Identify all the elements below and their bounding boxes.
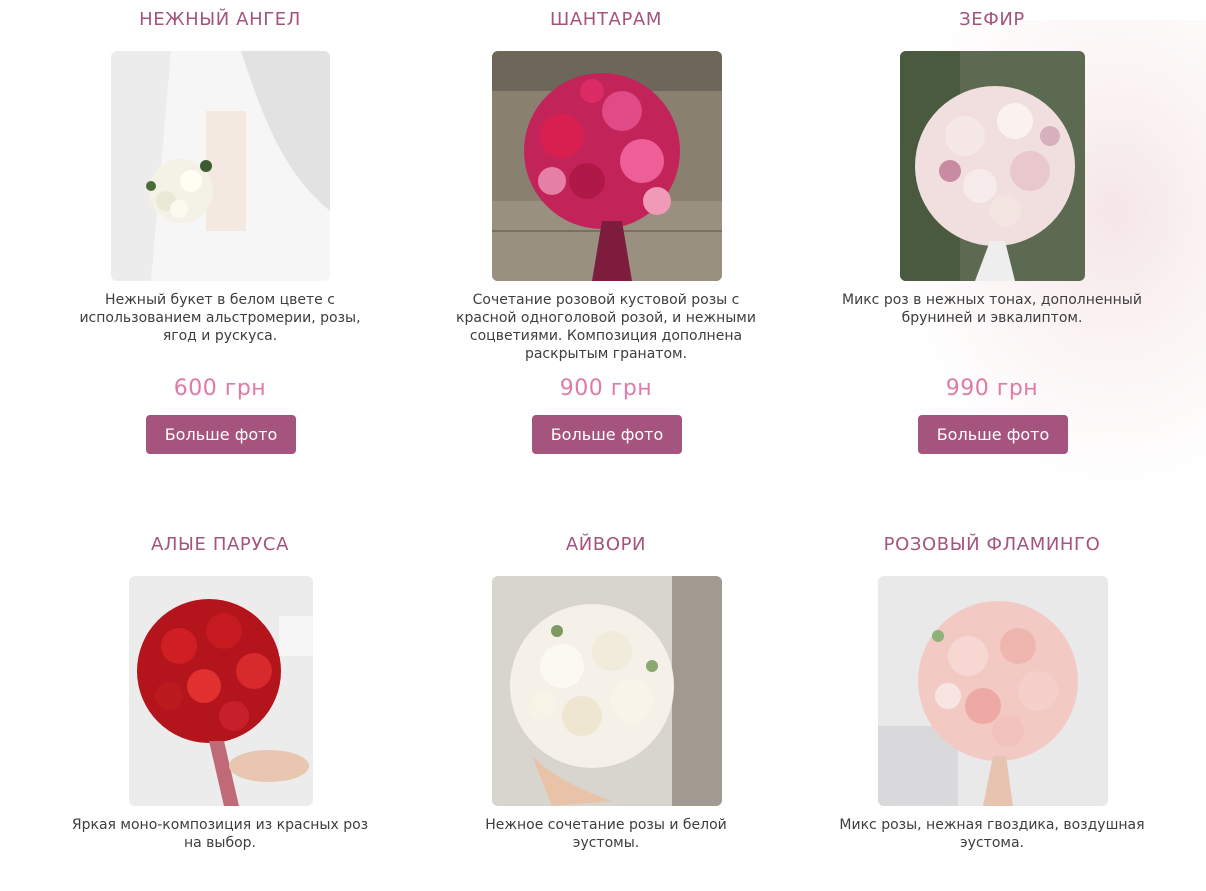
product-title: РОЗОВЫЙ ФЛАМИНГО [883,534,1101,555]
product-price: 990 грн [945,376,1039,401]
more-photos-button[interactable]: Больше фото [918,415,1068,454]
product-photo[interactable] [111,51,330,281]
product-photo[interactable] [900,51,1085,281]
product-title: АЛЫЕ ПАРУСА [151,534,289,555]
product-photo[interactable] [878,576,1108,806]
product-title: АЙВОРИ [565,534,647,555]
product-description: Микс розы, нежная гвоздика, воздушная эу… [839,817,1145,851]
product-description: Яркая моно-композиция из красных роз на … [71,817,369,851]
product-price: 900 грн [559,376,653,401]
product-description: Нежное сочетание розы и белой эустомы. [485,817,727,851]
more-photos-button[interactable]: Больше фото [146,415,296,454]
product-card-4: АЛЫЕ ПАРУСА Яркая моно-композиция из кра… [27,533,413,851]
product-price: 600 грн [173,376,267,401]
product-card-5: АЙВОРИ Нежное сочетание розы и белой эус… [413,533,799,851]
product-photo[interactable] [129,576,313,806]
more-photos-button[interactable]: Больше фото [532,415,682,454]
product-title: НЕЖНЫЙ АНГЕЛ [139,9,301,30]
product-card-1: НЕЖНЫЙ АНГЕЛ Нежный букет в белом цвете … [27,8,413,454]
product-photo[interactable] [492,576,722,806]
product-title: ЗЕФИР [959,9,1025,30]
product-card-2: ШАНТАРАМ Сочетание розовой кустовой розы… [413,8,799,454]
product-title: ШАНТАРАМ [550,9,662,30]
product-description: Сочетание розовой кустовой розы с красно… [456,292,756,362]
product-photo[interactable] [492,51,722,281]
product-card-6: РОЗОВЫЙ ФЛАМИНГО Микс розы, нежная гвозд… [799,533,1185,851]
product-description: Микс роз в нежных тонах, дополненный бру… [842,292,1142,326]
product-card-3: ЗЕФИР Микс роз в нежных тонах, дополненн… [799,8,1185,454]
product-description: Нежный букет в белом цвете с использован… [79,292,361,344]
